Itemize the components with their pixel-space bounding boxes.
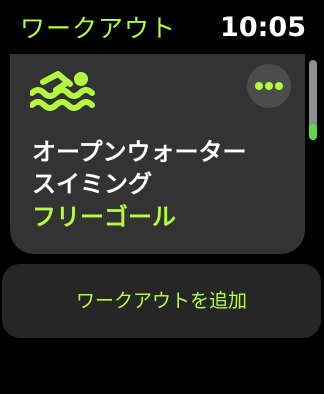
add-workout-button[interactable]: ワークアウトを追加 bbox=[2, 264, 321, 338]
app-title: ワークアウト bbox=[20, 14, 177, 43]
scroll-indicator bbox=[309, 60, 317, 140]
clock: 10:05 bbox=[220, 12, 306, 43]
status-bar: ワークアウト 10:05 bbox=[0, 0, 324, 56]
workout-card-open-water-swim[interactable]: オープンウォーター スイミング フリーゴール bbox=[10, 54, 305, 254]
add-workout-label: ワークアウトを追加 bbox=[75, 290, 247, 312]
workout-name: オープンウォーター スイミング bbox=[32, 138, 247, 198]
ellipsis-icon bbox=[255, 82, 283, 90]
goal-label: フリーゴール bbox=[32, 203, 176, 231]
open-water-swim-icon bbox=[30, 71, 95, 111]
scroll-indicator-thumb bbox=[309, 124, 317, 140]
more-options-button[interactable] bbox=[247, 64, 291, 108]
